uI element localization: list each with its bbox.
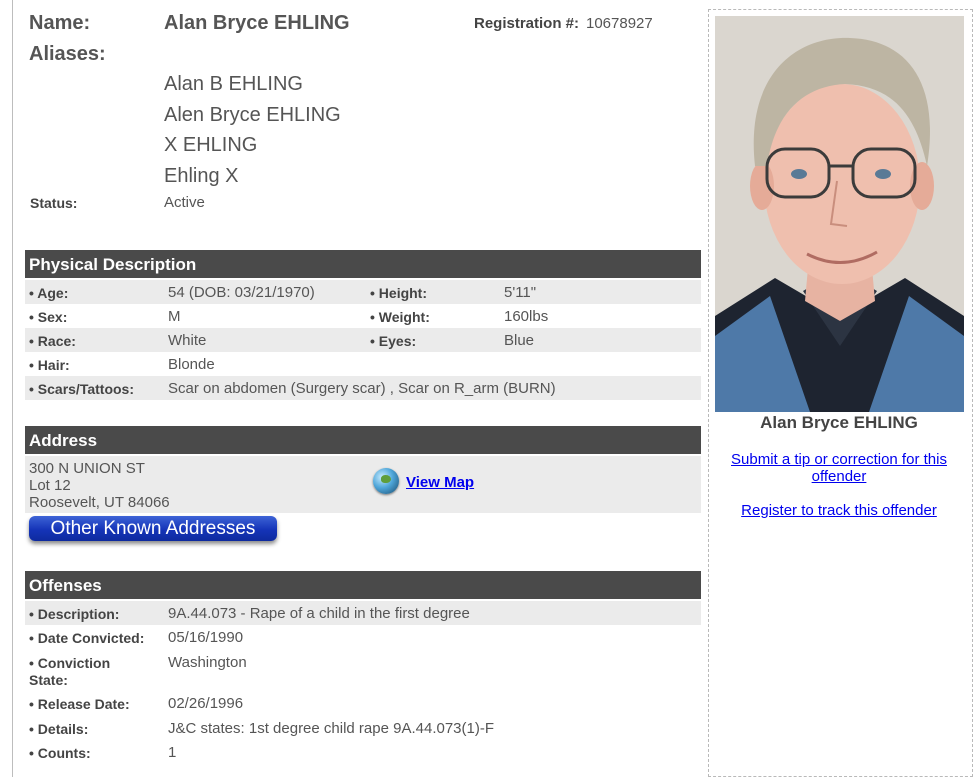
conviction-state-label-cont: State: bbox=[29, 672, 68, 688]
registration-number: 10678927 bbox=[586, 15, 653, 32]
address-line-3: Roosevelt, UT 84066 bbox=[29, 494, 170, 511]
status-value: Active bbox=[164, 194, 205, 211]
weight-value: 160lbs bbox=[504, 308, 549, 325]
height-value: 5'11" bbox=[504, 284, 537, 301]
registration-label: Registration #: bbox=[474, 15, 580, 32]
counts-value: 1 bbox=[168, 744, 177, 761]
sex-value: M bbox=[168, 308, 181, 325]
weight-label: • Weight: bbox=[370, 309, 430, 325]
description-value: 9A.44.073 - Rape of a child in the first… bbox=[168, 605, 470, 622]
physical-row-sex: • Sex: M • Weight: 160lbs bbox=[25, 304, 701, 328]
eyes-label: • Eyes: bbox=[370, 333, 417, 349]
left-border-line bbox=[12, 0, 13, 777]
race-value: White bbox=[168, 332, 207, 349]
physical-row-scars: • Scars/Tattoos: Scar on abdomen (Surger… bbox=[25, 376, 701, 400]
conviction-state-label: • Conviction bbox=[29, 655, 111, 671]
other-known-addresses-button[interactable]: Other Known Addresses bbox=[29, 516, 277, 541]
eyes-value: Blue bbox=[504, 332, 535, 349]
globe-icon[interactable] bbox=[373, 468, 399, 494]
offense-row-details: • Details: J&C states: 1st degree child … bbox=[25, 716, 701, 740]
offense-row-description: • Description: 9A.44.073 - Rape of a chi… bbox=[25, 601, 701, 625]
submit-tip-link-line-2[interactable]: offender bbox=[812, 468, 867, 485]
alias-item: Ehling X bbox=[164, 165, 239, 187]
alias-item: Alen Bryce EHLING bbox=[164, 104, 341, 126]
physical-description-header: Physical Description bbox=[25, 250, 701, 278]
description-label: • Description: bbox=[29, 606, 120, 622]
details-value: J&C states: 1st degree child rape 9A.44.… bbox=[168, 720, 495, 737]
date-convicted-label: • Date Convicted: bbox=[29, 630, 145, 646]
date-convicted-value: 05/16/1990 bbox=[168, 629, 244, 646]
alias-item: X EHLING bbox=[164, 134, 258, 156]
submit-tip-link-line-1[interactable]: Submit a tip or correction for this bbox=[731, 451, 947, 468]
alias-item: Alan B EHLING bbox=[164, 73, 303, 95]
offense-row-counts: • Counts: 1 bbox=[25, 740, 701, 764]
sex-label: • Sex: bbox=[29, 309, 68, 325]
submit-tip-link[interactable]: Submit a tip or correction for this offe… bbox=[716, 451, 962, 485]
photo-caption: Alan Bryce EHLING bbox=[760, 413, 918, 432]
conviction-state-value: Washington bbox=[168, 654, 247, 671]
offender-photo bbox=[715, 16, 964, 412]
offense-row-release-date: • Release Date: 02/26/1996 bbox=[25, 691, 701, 715]
name-label: Name: bbox=[29, 12, 91, 34]
address-line-2: Lot 12 bbox=[29, 477, 71, 494]
offense-row-date-convicted: • Date Convicted: 05/16/1990 bbox=[25, 625, 701, 649]
status-label: Status: bbox=[30, 195, 78, 211]
release-date-value: 02/26/1996 bbox=[168, 695, 244, 712]
offenses-header: Offenses bbox=[25, 571, 701, 599]
counts-label: • Counts: bbox=[29, 745, 91, 761]
hair-label: • Hair: bbox=[29, 357, 70, 373]
address-line-1: 300 N UNION ST bbox=[29, 460, 145, 477]
hair-value: Blonde bbox=[168, 356, 215, 373]
offender-name: Alan Bryce EHLING bbox=[164, 12, 350, 34]
aliases-label: Aliases: bbox=[29, 43, 106, 65]
offender-photo-illustration bbox=[715, 16, 964, 412]
age-label: • Age: bbox=[29, 285, 69, 301]
physical-row-age: • Age: 54 (DOB: 03/21/1970) • Height: 5'… bbox=[25, 280, 701, 304]
view-map-link[interactable]: View Map bbox=[406, 474, 474, 491]
physical-row-race: • Race: White • Eyes: Blue bbox=[25, 328, 701, 352]
release-date-label: • Release Date: bbox=[29, 696, 130, 712]
age-value: 54 (DOB: 03/21/1970) bbox=[168, 284, 315, 301]
address-header: Address bbox=[25, 426, 701, 454]
register-track-link[interactable]: Register to track this offender bbox=[716, 502, 962, 519]
physical-row-hair: • Hair: Blonde bbox=[25, 352, 701, 376]
address-block: 300 N UNION ST Lot 12 Roosevelt, UT 8406… bbox=[25, 456, 701, 513]
offense-row-conviction-state: • Conviction State: Washington bbox=[25, 650, 701, 690]
details-label: • Details: bbox=[29, 721, 89, 737]
scars-label: • Scars/Tattoos: bbox=[29, 381, 134, 397]
scars-value: Scar on abdomen (Surgery scar) , Scar on… bbox=[168, 380, 556, 397]
height-label: • Height: bbox=[370, 285, 428, 301]
race-label: • Race: bbox=[29, 333, 76, 349]
